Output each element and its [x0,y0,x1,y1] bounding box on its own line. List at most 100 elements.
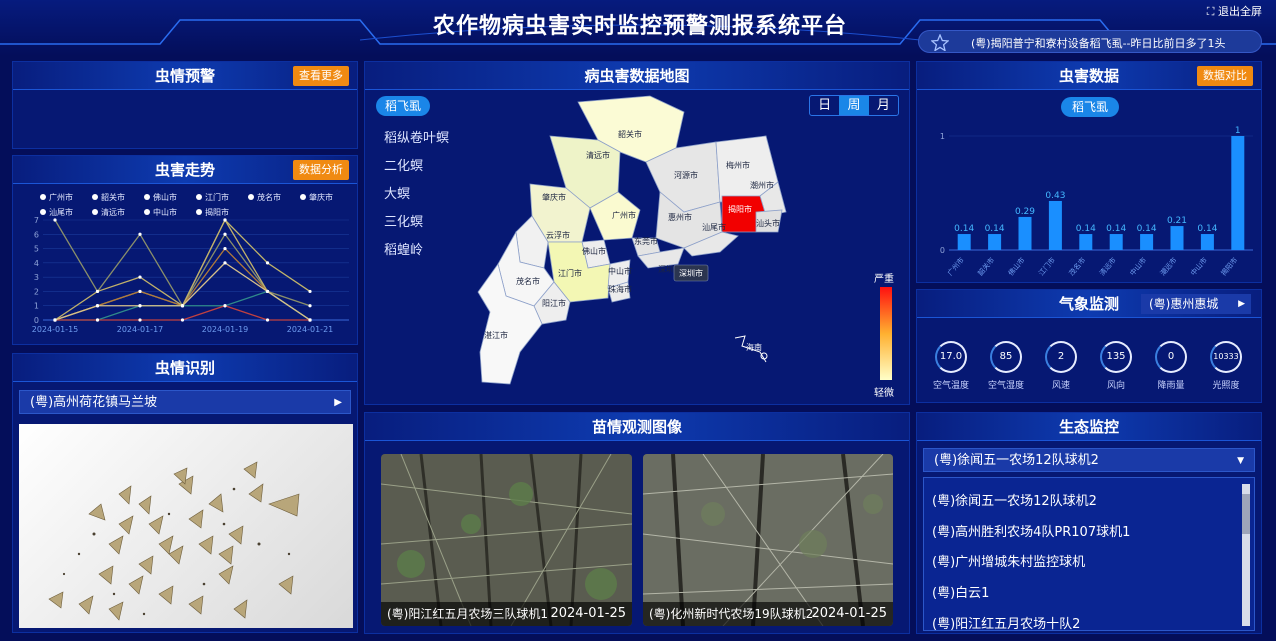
trend-axes: 0 1 2 3 4 5 6 7 2024-01-15 2024-01-17 2024-01-19 20… [32,216,349,334]
legend-label[interactable]: 清远市 [101,207,125,217]
legend-label[interactable]: 韶关市 [101,192,125,202]
bar-category-label: 清远市 [1097,256,1117,278]
identify-location-select[interactable]: (粤)高州荷花镇马兰坡 ▶ [19,390,351,414]
legend-marker[interactable] [300,194,306,200]
y-tick-label: 5 [34,245,39,254]
trend-point [138,232,142,236]
x-tick-label: 2024-01-21 [287,325,334,334]
bar[interactable] [1109,234,1123,250]
bar[interactable] [1048,200,1062,250]
identify-panel-title: 虫情识别 [13,354,357,382]
eco-camera-select[interactable]: (粤)徐闻五一农场12队球机2 ▼ [923,448,1255,472]
bar-value-label: 0.21 [1167,216,1187,226]
y-tick-label: 3 [34,273,39,282]
eco-selected: (粤)徐闻五一农场12队球机2 [934,453,1099,468]
eco-option-2[interactable]: (粤)广州增城朱村监控球机 [932,551,1085,570]
legend-marker[interactable] [40,194,46,200]
gauge-label-5: 光照度 [1212,381,1240,391]
legend-label[interactable]: 江门市 [205,192,229,202]
exit-fullscreen-button[interactable]: ⛶ 退出全屏 [1207,3,1262,19]
city-label: 汕尾市 [702,222,726,232]
legend-label[interactable]: 广州市 [49,192,73,202]
eco-option-1[interactable]: (粤)高州胜利农场4队PR107球机1 [932,521,1130,540]
camera-feed-2[interactable]: (粤)化州新时代农场19队球机2 2024-01-25 [643,454,893,626]
tab-month[interactable]: 月 [869,96,898,115]
data-analysis-button[interactable]: 数据分析 [293,160,349,180]
legend-high: 严重 [874,274,894,285]
gauge-1: 85 [990,341,1022,373]
legend-label[interactable]: 中山市 [153,207,177,217]
scrollbar-thumb[interactable] [1242,494,1250,534]
gauge-5: 10333 [1210,341,1242,373]
bar-value-label: 0.14 [1106,224,1126,234]
trend-point [138,289,142,294]
trend-point [308,318,312,322]
y-tick-label: 0 [940,246,945,255]
trend-point [223,218,227,222]
bar-value-label: 0.29 [1015,207,1035,217]
bar-value-label: 0.14 [1076,224,1096,234]
legend-marker[interactable] [196,209,202,215]
legend-marker[interactable] [92,209,98,215]
gauge-3: 135 [1100,341,1132,373]
bar[interactable] [988,234,1002,250]
legend-marker[interactable] [144,209,150,215]
legend-marker[interactable] [92,194,98,200]
pest-option-0[interactable]: 稻飞虱 [376,96,430,116]
weather-location-select[interactable]: (粤)惠州惠城 ▶ [1141,294,1251,314]
trend-point [95,318,100,322]
legend-label[interactable]: 肇庆市 [309,192,333,202]
bar[interactable] [957,234,971,250]
y-tick-label: 1 [940,132,945,141]
bar-category-label: 广州市 [945,256,965,278]
bar[interactable] [1200,234,1214,250]
pest-option-4[interactable]: 三化螟 [384,211,423,230]
legend-label[interactable]: 佛山市 [153,192,177,202]
trend-point [138,304,142,308]
camera-feed-1[interactable]: (粤)阳江红五月农场三队球机1 2024-01-25 [381,454,632,626]
eco-option-3[interactable]: (粤)白云1 [932,582,989,601]
legend-label[interactable]: 茂名市 [257,192,281,202]
bar[interactable] [1079,234,1093,250]
gauge-label-0: 空气温度 [932,381,969,391]
bar[interactable] [1140,234,1154,250]
gauge-label-1: 空气湿度 [987,381,1024,391]
legend-marker[interactable] [248,194,254,200]
bar[interactable] [1018,216,1032,250]
pest-option-2[interactable]: 二化螟 [384,155,423,174]
city-label: 茂名市 [516,276,540,286]
camera-2-name: (粤)化州新时代农场19队球机2 [649,607,814,621]
city-label: 湛江市 [484,330,508,340]
ticker: (粤)揭阳普宁和寮村设备稻飞虱--昨日比前日多了1头 [918,30,1262,53]
weather-title: 气象监测 [1059,295,1120,313]
scrollbar[interactable] [1242,484,1250,626]
legend-marker[interactable] [196,194,202,200]
legend-label[interactable]: 汕尾市 [49,207,73,217]
bar[interactable] [1231,136,1245,250]
y-tick-label: 1 [34,302,39,311]
guangdong-map[interactable]: 韶关市清远市河源市 梅州市潮州市肇庆市广州市 惠州市 揭阳市汕头市 汕尾市云浮市佛山市 东… [470,92,790,392]
legend-label[interactable]: 揭阳市 [205,207,229,217]
bar-marks: 0.14 广州市 0.14 韶关市 0.29 佛山市 0.43 江门市 0.14 茂名市 0.14 清… [945,126,1245,278]
x-tick-label: 2024-01-19 [202,325,249,334]
pest-option-1[interactable]: 稻纵卷叶螟 [384,127,449,146]
trend-legend: 广州市 韶关市 佛山市 江门市 茂名市 肇庆市汕尾市 清远市 中山市 揭阳市 [40,192,333,217]
identify-location-label: (粤)高州荷花镇马兰坡 [30,395,158,410]
exit-fullscreen-label: 退出全屏 [1218,5,1262,18]
x-tick-label: 2024-01-17 [117,325,164,334]
eco-option-0[interactable]: (粤)徐闻五一农场12队球机2 [932,490,1097,509]
bar[interactable] [1170,226,1184,250]
tab-week[interactable]: 周 [839,96,869,115]
pest-option-3[interactable]: 大螟 [384,183,410,202]
view-more-button[interactable]: 查看更多 [293,66,349,86]
pest-option-5[interactable]: 稻蝗岭 [384,239,423,258]
bar-category-label: 中山市 [1128,256,1148,278]
legend-marker[interactable] [144,194,150,200]
legend-marker[interactable] [40,209,46,215]
tab-day[interactable]: 日 [810,96,839,115]
trend-chart: 广州市 韶关市 佛山市 江门市 茂名市 肇庆市汕尾市 清远市 中山市 揭阳市 0 1 2 3 4 5 6 7 2… [32,192,349,334]
bar-value-label: 0.14 [985,224,1005,234]
pest-data-pill[interactable]: 稻飞虱 [1061,97,1119,117]
data-compare-button[interactable]: 数据对比 [1197,66,1253,86]
eco-option-4[interactable]: (粤)阳江红五月农场十队2 [932,613,1080,632]
